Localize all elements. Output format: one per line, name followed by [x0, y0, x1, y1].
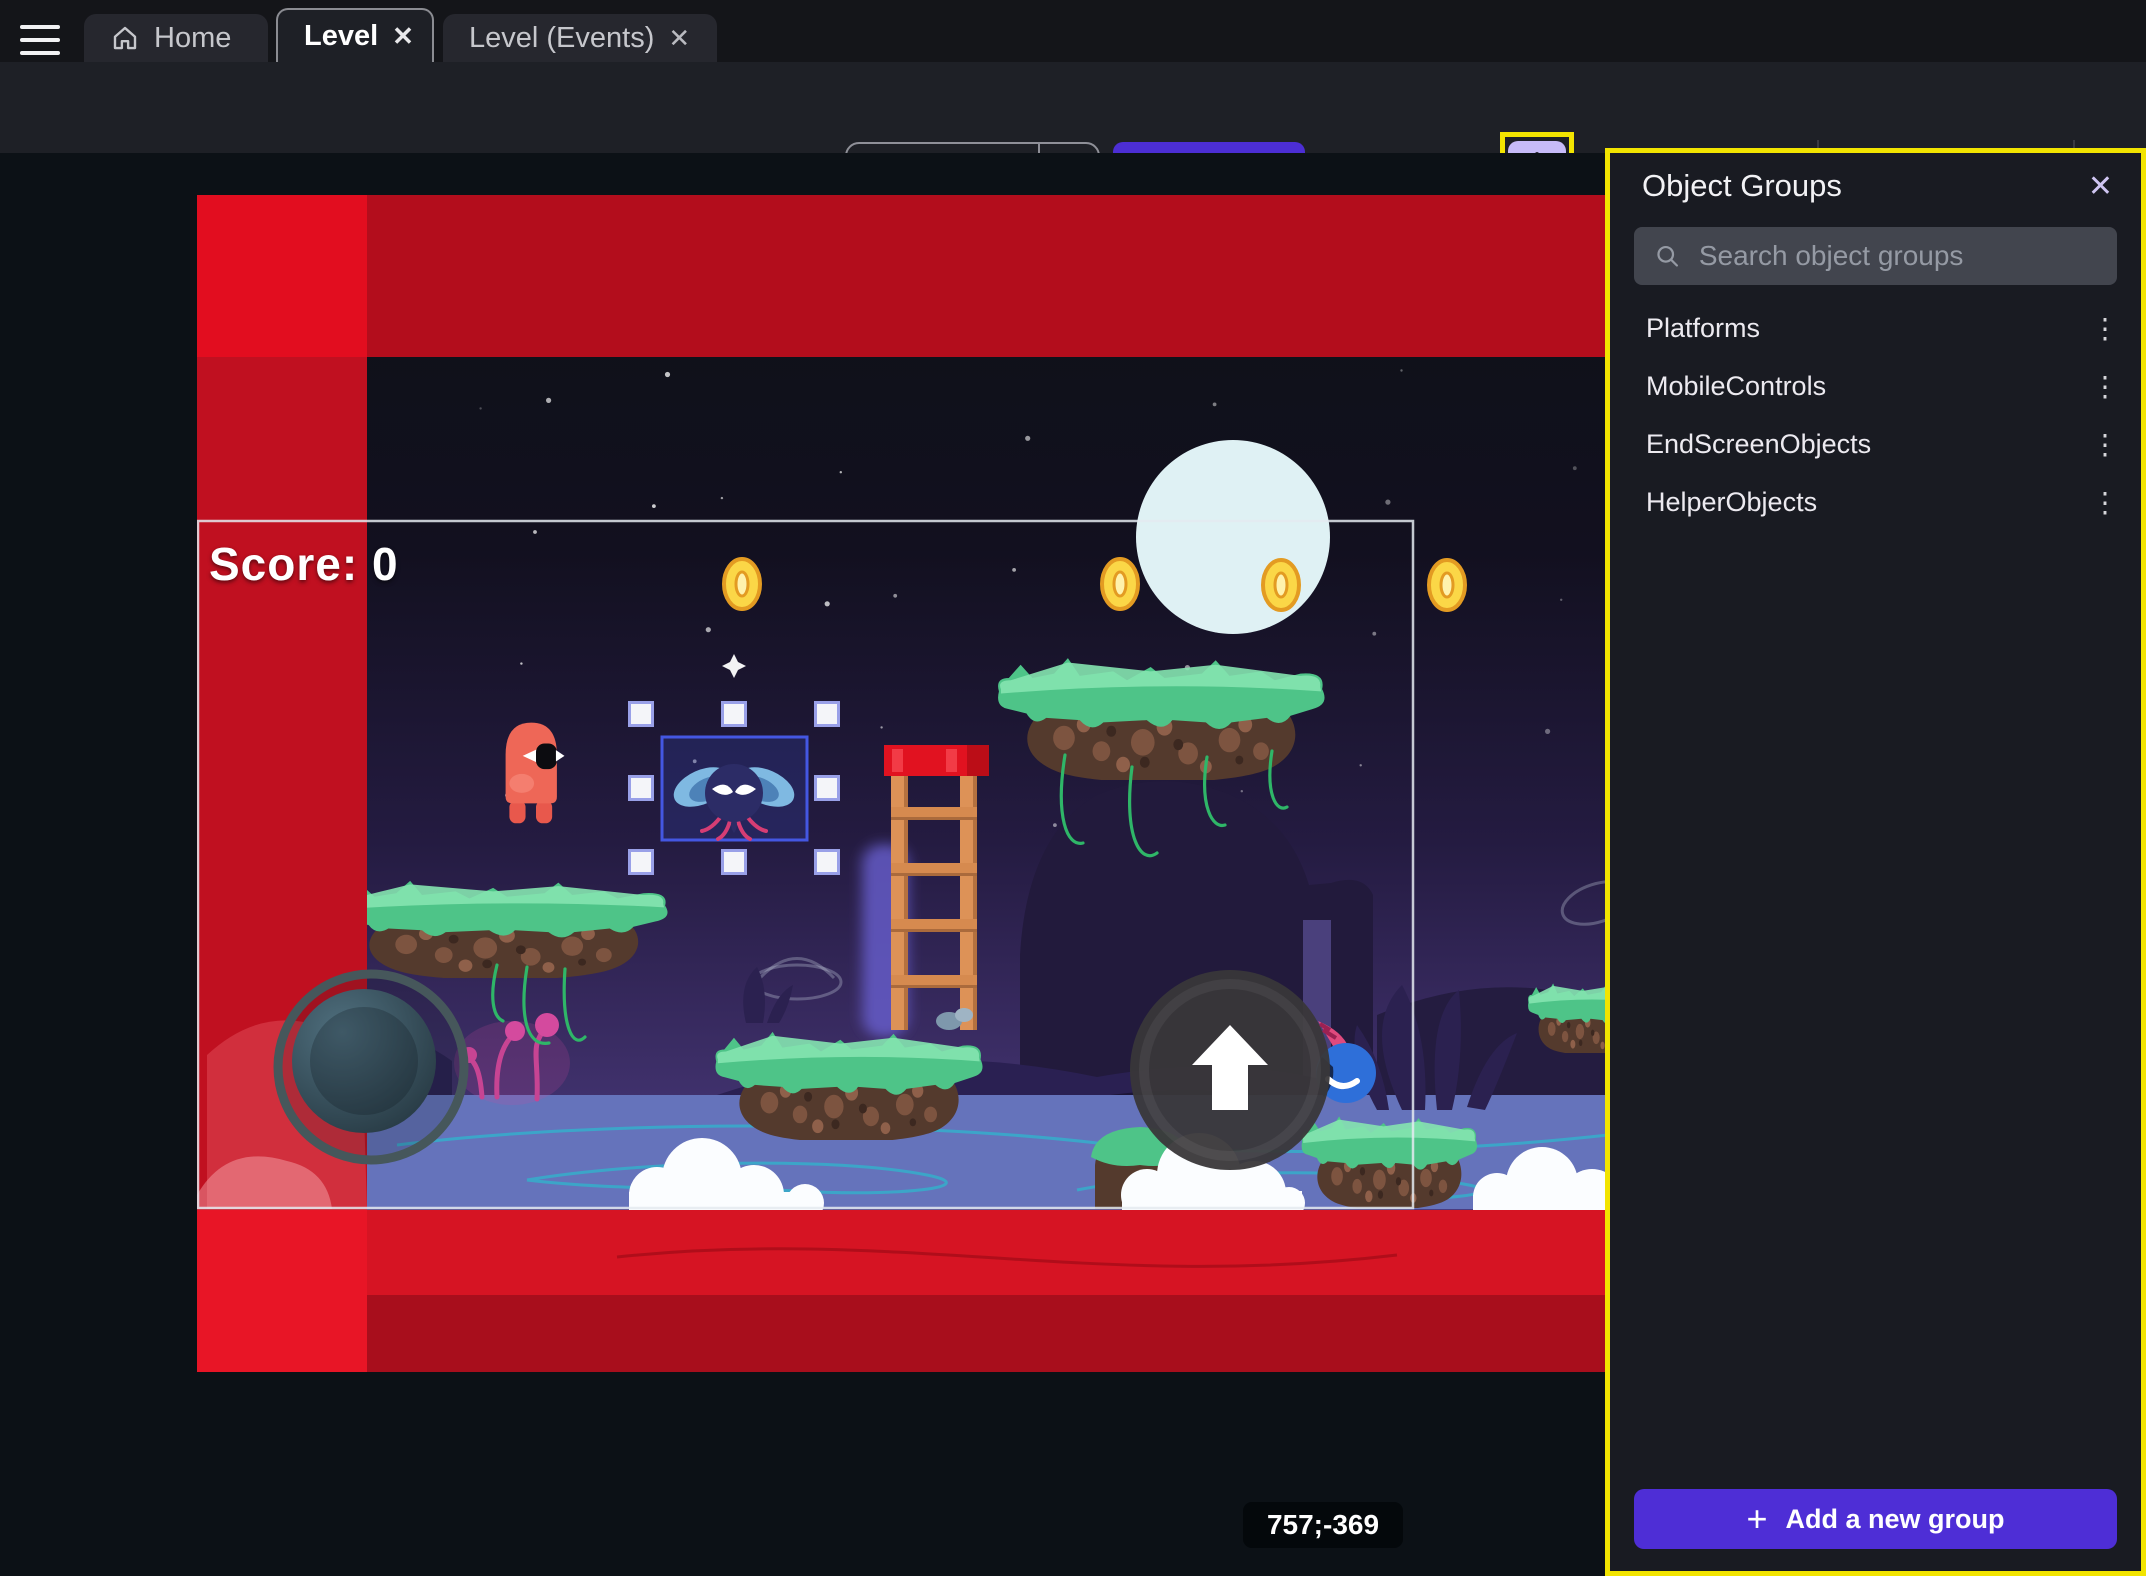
group-name: Platforms [1646, 313, 2091, 344]
level-viewport[interactable]: Score: 0 [197, 195, 1608, 1372]
close-tab-icon[interactable]: ✕ [392, 23, 414, 49]
panel-spacer [1610, 531, 2141, 1489]
group-name: MobileControls [1646, 371, 2091, 402]
virtual-joystick[interactable] [278, 974, 464, 1160]
tab-label: Level (Events) [469, 22, 654, 55]
moon[interactable] [1136, 440, 1330, 634]
close-icon[interactable]: ✕ [2088, 169, 2113, 204]
object-groups-list: Platforms⋮MobileControls⋮EndScreenObject… [1610, 299, 2141, 531]
panel-title: Object Groups [1642, 168, 2088, 204]
object-groups-panel: Object Groups ✕ Platforms⋮MobileControls… [1605, 148, 2146, 1576]
platform[interactable] [716, 1032, 983, 1142]
resize-handle[interactable] [630, 777, 653, 800]
level-scene [197, 195, 1608, 1372]
group-row[interactable]: Platforms⋮ [1610, 299, 2141, 357]
search-input[interactable] [1697, 239, 2097, 273]
kebab-menu-icon[interactable]: ⋮ [2091, 428, 2119, 461]
tab-level-events[interactable]: Level (Events) ✕ [443, 14, 717, 62]
search-object-groups-box[interactable] [1634, 227, 2117, 285]
coin[interactable] [1429, 560, 1465, 610]
home-icon [110, 23, 140, 53]
coin[interactable] [1263, 560, 1299, 610]
close-tab-icon[interactable]: ✕ [668, 25, 690, 51]
search-icon [1654, 241, 1681, 271]
group-name: HelperObjects [1646, 487, 2091, 518]
platform[interactable] [340, 881, 667, 980]
resize-handle[interactable] [816, 851, 839, 874]
plus-icon: + [1746, 1501, 1767, 1537]
jump-button[interactable] [1130, 970, 1330, 1170]
cursor-coordinates-badge: 757;-369 [1243, 1502, 1403, 1548]
platform[interactable] [1302, 1116, 1477, 1210]
group-row[interactable]: MobileControls⋮ [1610, 357, 2141, 415]
tab-label: Home [154, 22, 231, 55]
group-row[interactable]: EndScreenObjects⋮ [1610, 415, 2141, 473]
panel-header: Object Groups ✕ [1610, 153, 2141, 219]
kebab-menu-icon[interactable]: ⋮ [2091, 370, 2119, 403]
kebab-menu-icon[interactable]: ⋮ [2091, 486, 2119, 519]
resize-handle[interactable] [723, 703, 746, 726]
tab-bar: Home Level ✕ Level (Events) ✕ [0, 0, 2146, 62]
coin[interactable] [1102, 559, 1138, 609]
kebab-menu-icon[interactable]: ⋮ [2091, 312, 2119, 345]
resize-handle[interactable] [816, 703, 839, 726]
add-group-button[interactable]: + Add a new group [1634, 1489, 2117, 1549]
platform[interactable] [998, 658, 1324, 782]
resize-handle[interactable] [630, 703, 653, 726]
score-text: Score: 0 [209, 537, 399, 591]
tab-level[interactable]: Level ✕ [276, 8, 434, 62]
resize-handle[interactable] [630, 851, 653, 874]
tab-label: Level [304, 20, 378, 53]
menu-icon[interactable] [20, 25, 60, 55]
resize-handle[interactable] [816, 777, 839, 800]
coin[interactable] [724, 559, 760, 609]
tab-home[interactable]: Home [84, 14, 268, 62]
editor-toolbar: Preview ▾ Publish [0, 62, 2146, 153]
group-row[interactable]: HelperObjects⋮ [1610, 473, 2141, 531]
resize-handle[interactable] [723, 851, 746, 874]
add-group-label: Add a new group [1786, 1504, 2005, 1535]
pebble [955, 1008, 973, 1022]
group-name: EndScreenObjects [1646, 429, 2091, 460]
